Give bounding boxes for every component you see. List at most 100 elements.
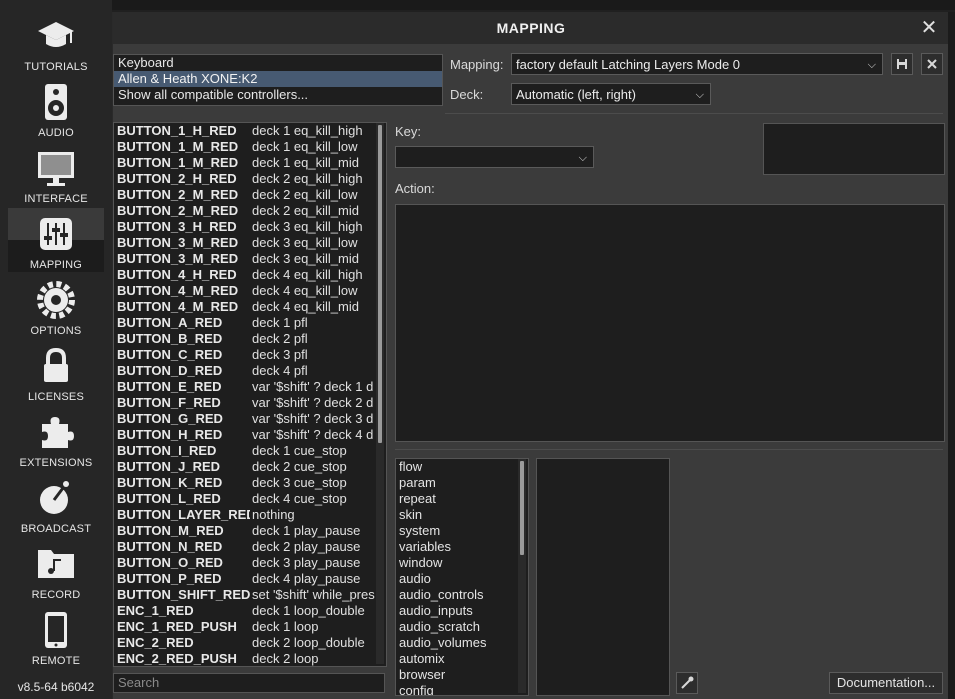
scrollbar-thumb[interactable] — [520, 461, 524, 555]
table-row[interactable]: BUTTON_H_RED var '$shift' ? deck 4 d — [114, 427, 386, 443]
table-row[interactable]: BUTTON_I_RED deck 1 cue_stop — [114, 443, 386, 459]
list-item[interactable]: param — [396, 475, 528, 491]
sidebar-item-interface[interactable]: INTERFACE — [8, 142, 104, 206]
sidebar-item-label: RECORD — [31, 589, 81, 601]
row-key: BUTTON_4_M_RED — [117, 283, 239, 298]
deck-select-value: Automatic (left, right) — [516, 87, 636, 102]
table-row[interactable]: BUTTON_1_M_RED deck 1 eq_kill_low — [114, 139, 386, 155]
mapping-select[interactable]: factory default Latching Layers Mode 0 ⌵ — [511, 53, 883, 75]
sidebar-item-remote[interactable]: REMOTE — [8, 604, 104, 668]
delete-mapping-button[interactable] — [921, 53, 943, 75]
table-row[interactable]: BUTTON_4_M_RED deck 4 eq_kill_low — [114, 283, 386, 299]
sidebar-item-mapping[interactable]: MAPPING — [8, 208, 104, 272]
list-item[interactable]: flow — [396, 459, 528, 475]
speaker-icon — [45, 84, 67, 120]
sidebar-item-label: TUTORIALS — [24, 61, 88, 73]
sidebar-item-audio[interactable]: AUDIO — [8, 76, 104, 140]
table-row[interactable]: BUTTON_D_RED deck 4 pfl — [114, 363, 386, 379]
deck-select[interactable]: Automatic (left, right) ⌵ — [511, 83, 711, 105]
table-row[interactable]: BUTTON_P_RED deck 4 play_pause — [114, 571, 386, 587]
list-item[interactable]: skin — [396, 507, 528, 523]
lock-icon — [44, 347, 68, 382]
list-item[interactable]: repeat — [396, 491, 528, 507]
command-scrollbar[interactable] — [518, 459, 526, 693]
dialog-titlebar: MAPPING ✕ — [113, 12, 949, 44]
table-row[interactable]: BUTTON_2_M_RED deck 2 eq_kill_low — [114, 187, 386, 203]
table-row[interactable]: ENC_2_RED_PUSH deck 2 loop — [114, 651, 386, 666]
table-row[interactable]: BUTTON_1_M_RED deck 1 eq_kill_mid — [114, 155, 386, 171]
table-row[interactable]: BUTTON_4_H_RED deck 4 eq_kill_high — [114, 267, 386, 283]
row-action: deck 4 cue_stop — [252, 491, 347, 506]
action-editor[interactable] — [395, 204, 945, 442]
row-action: deck 1 pfl — [252, 315, 308, 330]
sidebar-item-options[interactable]: OPTIONS — [8, 274, 104, 338]
list-item[interactable]: audio_volumes — [396, 635, 528, 651]
list-item[interactable]: config — [396, 683, 528, 695]
table-row[interactable]: BUTTON_K_RED deck 3 cue_stop — [114, 475, 386, 491]
list-item[interactable]: window — [396, 555, 528, 571]
controller-item-xone-k2[interactable]: Allen & Heath XONE:K2 — [114, 71, 442, 87]
table-row[interactable]: BUTTON_2_M_RED deck 2 eq_kill_mid — [114, 203, 386, 219]
key-select[interactable]: ⌵ — [395, 146, 594, 168]
color-picker-button[interactable] — [676, 672, 698, 694]
list-item[interactable]: audio_scratch — [396, 619, 528, 635]
table-row[interactable]: BUTTON_B_RED deck 2 pfl — [114, 331, 386, 347]
table-row[interactable]: ENC_2_RED deck 2 loop_double — [114, 635, 386, 651]
controller-item-show-all[interactable]: Show all compatible controllers... — [114, 87, 442, 103]
sidebar-item-broadcast[interactable]: BROADCAST — [8, 472, 104, 536]
controller-item-keyboard[interactable]: Keyboard — [114, 55, 442, 71]
top-strip — [0, 0, 955, 10]
table-row[interactable]: BUTTON_J_RED deck 2 cue_stop — [114, 459, 386, 475]
table-row[interactable]: BUTTON_G_RED var '$shift' ? deck 3 d — [114, 411, 386, 427]
documentation-button[interactable]: Documentation... — [829, 672, 943, 694]
scrollbar-thumb[interactable] — [378, 125, 382, 443]
table-row[interactable]: BUTTON_1_H_RED deck 1 eq_kill_high — [114, 123, 386, 139]
row-action: deck 4 eq_kill_low — [252, 283, 358, 298]
row-action: deck 4 eq_kill_high — [252, 267, 363, 282]
list-item[interactable]: browser — [396, 667, 528, 683]
table-row[interactable]: BUTTON_L_RED deck 4 cue_stop — [114, 491, 386, 507]
table-row[interactable]: ENC_1_RED_PUSH deck 1 loop — [114, 619, 386, 635]
list-item[interactable]: audio_inputs — [396, 603, 528, 619]
row-action: deck 2 loop_double — [252, 635, 365, 650]
row-action: deck 2 eq_kill_mid — [252, 203, 359, 218]
mapping-scrollbar[interactable] — [376, 123, 384, 664]
close-button[interactable]: ✕ — [919, 18, 939, 38]
sidebar-item-record[interactable]: RECORD — [8, 538, 104, 602]
row-key: BUTTON_1_H_RED — [117, 123, 237, 138]
table-row[interactable]: BUTTON_3_H_RED deck 3 eq_kill_high — [114, 219, 386, 235]
row-action: deck 3 eq_kill_high — [252, 219, 363, 234]
list-item[interactable]: audio_controls — [396, 587, 528, 603]
table-row[interactable]: BUTTON_4_M_RED deck 4 eq_kill_mid — [114, 299, 386, 315]
divider — [395, 449, 943, 450]
table-row[interactable]: BUTTON_E_RED var '$shift' ? deck 1 d — [114, 379, 386, 395]
controller-list: Keyboard Allen & Heath XONE:K2 Show all … — [113, 54, 443, 106]
key-label: Key: — [395, 124, 422, 139]
row-key: BUTTON_1_M_RED — [117, 139, 239, 154]
sidebar-item-extensions[interactable]: EXTENSIONS — [8, 406, 104, 470]
table-row[interactable]: BUTTON_LAYER_RED nothing — [114, 507, 386, 523]
table-row[interactable]: BUTTON_SHIFT_RED set '$shift' while_pres — [114, 587, 386, 603]
row-key: BUTTON_3_M_RED — [117, 251, 239, 266]
table-row[interactable]: ENC_1_RED deck 1 loop_double — [114, 603, 386, 619]
search-input[interactable]: Search — [113, 673, 385, 693]
save-mapping-button[interactable] — [891, 53, 913, 75]
smartphone-icon — [45, 612, 67, 648]
table-row[interactable]: BUTTON_F_RED var '$shift' ? deck 2 d — [114, 395, 386, 411]
table-row[interactable]: BUTTON_N_RED deck 2 play_pause — [114, 539, 386, 555]
table-row[interactable]: BUTTON_A_RED deck 1 pfl — [114, 315, 386, 331]
list-item[interactable]: system — [396, 523, 528, 539]
table-row[interactable]: BUTTON_C_RED deck 3 pfl — [114, 347, 386, 363]
row-key: BUTTON_2_H_RED — [117, 171, 237, 186]
list-item[interactable]: variables — [396, 539, 528, 555]
row-action: deck 1 eq_kill_mid — [252, 155, 359, 170]
table-row[interactable]: BUTTON_M_RED deck 1 play_pause — [114, 523, 386, 539]
sidebar-item-licenses[interactable]: LICENSES — [8, 340, 104, 404]
table-row[interactable]: BUTTON_O_RED deck 3 play_pause — [114, 555, 386, 571]
list-item[interactable]: automix — [396, 651, 528, 667]
sidebar-item-tutorials[interactable]: TUTORIALS — [8, 10, 104, 74]
table-row[interactable]: BUTTON_2_H_RED deck 2 eq_kill_high — [114, 171, 386, 187]
table-row[interactable]: BUTTON_3_M_RED deck 3 eq_kill_mid — [114, 251, 386, 267]
table-row[interactable]: BUTTON_3_M_RED deck 3 eq_kill_low — [114, 235, 386, 251]
list-item[interactable]: audio — [396, 571, 528, 587]
